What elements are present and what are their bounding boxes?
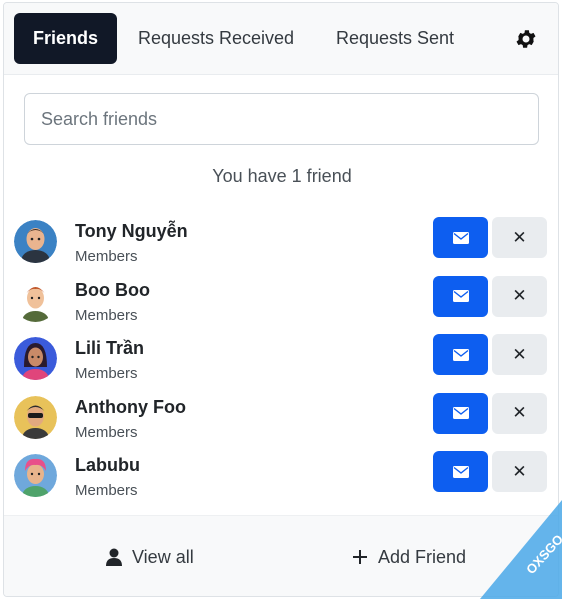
friend-name: Anthony Foo <box>75 396 186 417</box>
friend-name: Lili Trần <box>75 338 145 358</box>
remove-friend-button[interactable]: ✕ <box>492 451 547 492</box>
search-input[interactable] <box>24 93 539 145</box>
close-icon: ✕ <box>512 227 527 247</box>
envelope-icon <box>452 465 469 478</box>
add-friend-label: Add Friend <box>378 547 467 567</box>
friend-role: Members <box>75 423 138 441</box>
panel-footer: View all Add Friend <box>4 515 558 596</box>
friend-list: Tony Nguyễn Members ✕ Boo Boo Members ✕ … <box>4 211 558 504</box>
envelope-icon <box>452 290 469 302</box>
friend-name: Boo Boo <box>75 279 150 300</box>
add-friend-button[interactable]: Add Friend <box>352 542 466 572</box>
friend-name: Labubu <box>75 455 140 475</box>
envelope-icon <box>452 407 469 419</box>
tab-friends[interactable]: Friends <box>14 13 117 64</box>
friend-count-text: You have 1 friend <box>212 166 352 186</box>
message-button[interactable] <box>433 392 488 434</box>
message-button[interactable] <box>433 275 488 317</box>
plus-icon <box>352 549 368 565</box>
envelope-icon <box>452 231 469 244</box>
friend-role: Members <box>75 248 138 265</box>
list-item: Boo Boo Members ✕ <box>4 270 558 329</box>
close-icon: ✕ <box>512 344 527 364</box>
message-button[interactable] <box>433 334 488 375</box>
tab-requests-received[interactable]: Requests Received <box>134 13 298 64</box>
friend-role: Members <box>75 306 138 324</box>
close-icon: ✕ <box>512 461 527 481</box>
tab-bar: Friends Requests Received Requests Sent <box>4 3 558 75</box>
close-icon: ✕ <box>512 286 527 305</box>
remove-friend-button[interactable]: ✕ <box>492 334 547 375</box>
avatar <box>14 220 57 263</box>
envelope-icon <box>452 348 469 361</box>
view-all-label: View all <box>132 547 194 567</box>
friend-role: Members <box>75 482 138 499</box>
friend-role: Members <box>75 365 138 382</box>
remove-friend-button[interactable]: ✕ <box>492 392 547 434</box>
remove-friend-button[interactable]: ✕ <box>492 217 547 258</box>
avatar <box>14 337 57 380</box>
avatar <box>14 278 57 322</box>
list-item: Anthony Foo Members ✕ <box>4 387 558 446</box>
avatar <box>14 395 57 439</box>
friends-panel: Friends Requests Received Requests Sent … <box>3 2 559 597</box>
user-icon <box>106 548 122 566</box>
close-icon: ✕ <box>512 403 527 422</box>
remove-friend-button[interactable]: ✕ <box>492 275 547 317</box>
avatar <box>14 454 57 497</box>
friend-name: Tony Nguyễn <box>75 221 188 241</box>
settings-button[interactable] <box>514 27 538 51</box>
list-item: Tony Nguyễn Members ✕ <box>4 211 558 270</box>
view-all-button[interactable]: View all <box>106 542 194 572</box>
gear-icon <box>516 30 536 48</box>
message-button[interactable] <box>433 451 488 492</box>
tab-requests-sent[interactable]: Requests Sent <box>326 13 464 64</box>
list-item: Lili Trần Members ✕ <box>4 328 558 387</box>
message-button[interactable] <box>433 217 488 258</box>
list-item: Labubu Members ✕ <box>4 445 558 504</box>
